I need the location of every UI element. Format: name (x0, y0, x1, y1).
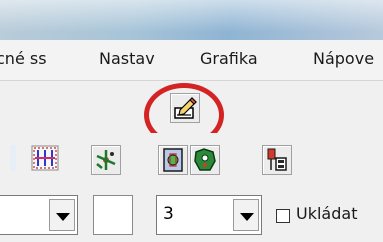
menu-item-settings[interactable]: Nastav (99, 49, 155, 68)
chevron-down-icon[interactable] (233, 199, 259, 231)
network-button[interactable] (91, 145, 121, 175)
combo-box-2[interactable]: 3 (156, 195, 262, 235)
green-shape-icon (194, 148, 216, 171)
titlebar-gradient (0, 0, 383, 40)
component-button[interactable] (158, 145, 188, 175)
combo-box-1[interactable] (0, 195, 78, 235)
icon-button-1[interactable] (8, 143, 59, 173)
empty-field[interactable] (93, 195, 133, 235)
save-checkbox[interactable] (276, 209, 290, 223)
window-titlebar (0, 0, 383, 40)
edit-button[interactable] (170, 93, 200, 123)
device-button[interactable] (262, 145, 292, 175)
edit-pencil-icon (174, 97, 197, 119)
menu-item-1[interactable]: cné ss (0, 49, 47, 68)
menu-bar: cné ss Nastav Grafika Nápove (0, 40, 383, 81)
save-checkbox-label: Ukládat (296, 204, 358, 223)
chevron-down-icon[interactable] (49, 199, 75, 231)
shape-button[interactable] (190, 145, 220, 175)
combo-2-value: 3 (163, 204, 174, 224)
device-stack-icon (267, 148, 287, 171)
grid-select-icon (10, 145, 59, 171)
component-box-icon (163, 148, 183, 172)
network-nodes-icon (96, 150, 116, 170)
toolbar-top (0, 81, 383, 133)
menu-item-help[interactable]: Nápove (313, 49, 374, 68)
menu-item-graphics[interactable]: Grafika (200, 49, 258, 68)
